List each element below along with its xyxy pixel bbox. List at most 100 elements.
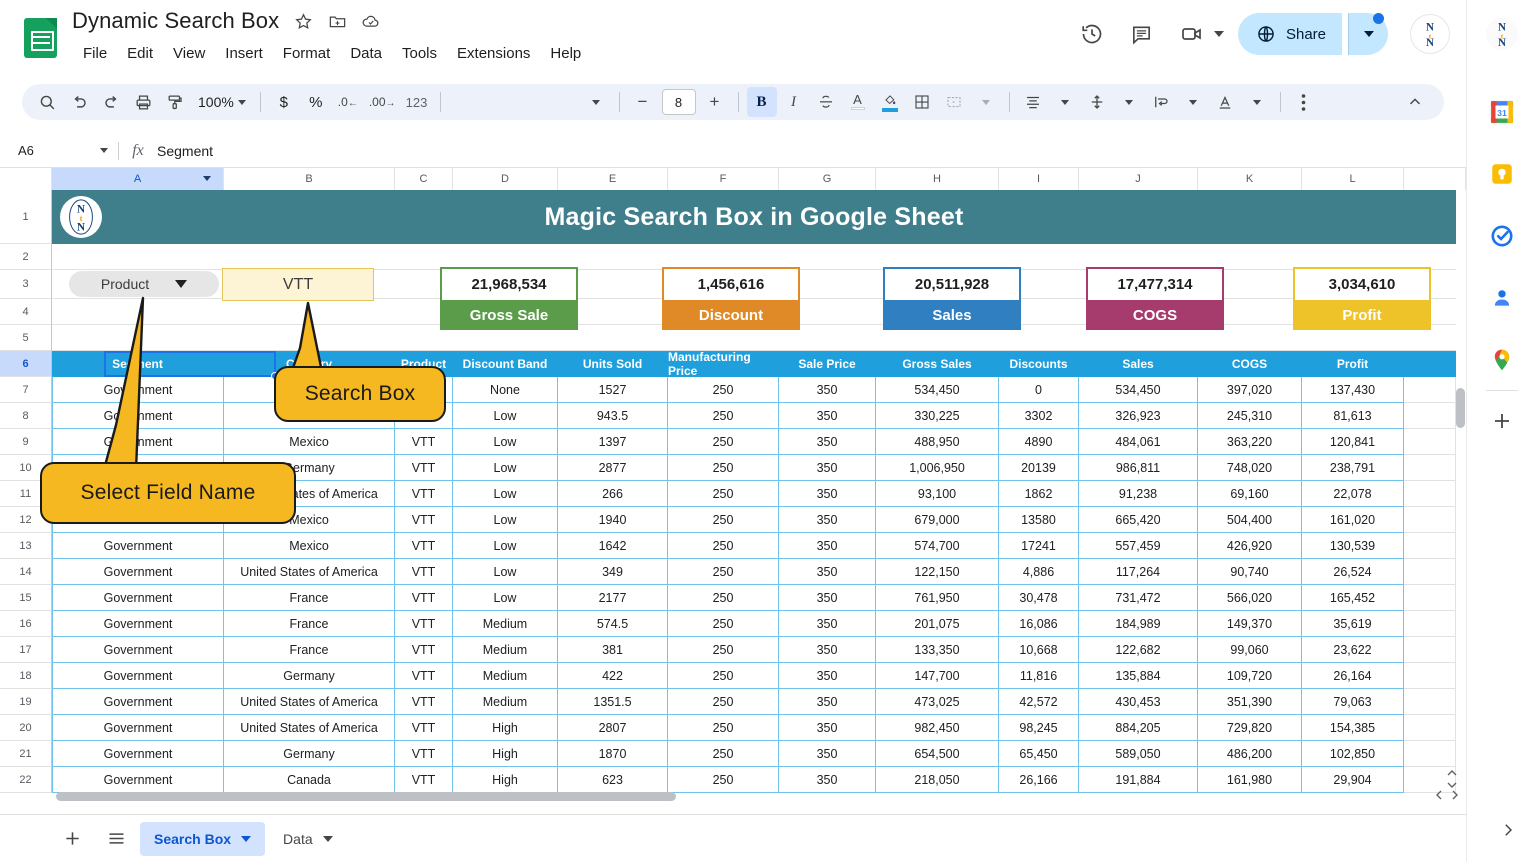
cell-manufacturing-price[interactable]: 250	[668, 689, 779, 715]
cell-discounts[interactable]: 16,086	[999, 611, 1079, 637]
row-header-5[interactable]: 5	[0, 325, 52, 351]
row-header-22[interactable]: 22	[0, 767, 52, 793]
meet-camera-icon[interactable]	[1170, 12, 1214, 56]
cell-sales[interactable]: 91,238	[1079, 481, 1198, 507]
cell-manufacturing-price[interactable]: 250	[668, 403, 779, 429]
cell-discount-band[interactable]: None	[453, 377, 558, 403]
row-header-15[interactable]: 15	[0, 585, 52, 611]
column-header-f[interactable]: F	[668, 168, 779, 190]
cell-product[interactable]: VTT	[395, 637, 453, 663]
cell-profit[interactable]: 26,164	[1302, 663, 1404, 689]
cell-cogs[interactable]: 245,310	[1198, 403, 1302, 429]
cell-discount-band[interactable]: Low	[453, 585, 558, 611]
table-header-profit[interactable]: Profit	[1302, 351, 1404, 377]
cell-country[interactable]: United States of America	[224, 715, 395, 741]
cell-sales[interactable]: 326,923	[1079, 403, 1198, 429]
menu-help[interactable]: Help	[541, 42, 590, 65]
name-box[interactable]: A6	[0, 134, 118, 168]
star-icon[interactable]	[293, 11, 313, 31]
row-header-21[interactable]: 21	[0, 741, 52, 767]
cell-blank[interactable]	[1404, 507, 1456, 533]
cell-manufacturing-price[interactable]: 250	[668, 507, 779, 533]
horizontal-scroll-arrows[interactable]	[1434, 789, 1460, 801]
cell-blank[interactable]	[1404, 585, 1456, 611]
cell-profit[interactable]: 22,078	[1302, 481, 1404, 507]
cell-blank[interactable]	[1404, 689, 1456, 715]
row-header-18[interactable]: 18	[0, 663, 52, 689]
expand-panel-icon[interactable]	[1488, 810, 1528, 850]
formula-input[interactable]: Segment	[157, 143, 213, 159]
cell-discount-band[interactable]: High	[453, 741, 558, 767]
select-all-corner[interactable]	[0, 168, 52, 190]
cell-discounts[interactable]: 65,450	[999, 741, 1079, 767]
cell-cogs[interactable]: 566,020	[1198, 585, 1302, 611]
column-header-a[interactable]: A	[52, 168, 224, 190]
cell-manufacturing-price[interactable]: 250	[668, 377, 779, 403]
column-header-h[interactable]: H	[876, 168, 999, 190]
cell-units-sold[interactable]: 266	[558, 481, 668, 507]
cell-discount-band[interactable]: Low	[453, 533, 558, 559]
row-header-9[interactable]: 9	[0, 429, 52, 455]
cell-discounts[interactable]: 4890	[999, 429, 1079, 455]
avatar-side[interactable]: N t N	[1482, 14, 1522, 54]
redo-icon[interactable]	[96, 87, 126, 117]
cell-gross-sales[interactable]: 488,950	[876, 429, 999, 455]
strikethrough-button[interactable]	[811, 87, 841, 117]
cell-gross-sales[interactable]: 761,950	[876, 585, 999, 611]
cell-discounts[interactable]: 17241	[999, 533, 1079, 559]
collapse-toolbar-icon[interactable]	[1400, 87, 1430, 117]
cell-discount-band[interactable]: Low	[453, 559, 558, 585]
cell-cogs[interactable]: 363,220	[1198, 429, 1302, 455]
cell-units-sold[interactable]: 623	[558, 767, 668, 793]
cell-discount-band[interactable]: Medium	[453, 689, 558, 715]
merge-cells-icon[interactable]	[939, 87, 969, 117]
cell-sale-price[interactable]: 350	[779, 559, 876, 585]
cell-segment[interactable]: Government	[52, 767, 224, 793]
table-header-sale-price[interactable]: Sale Price	[779, 351, 876, 377]
decrease-font-size-button[interactable]: −	[628, 87, 658, 117]
cell-discount-band[interactable]: High	[453, 767, 558, 793]
table-header-units-sold[interactable]: Units Sold	[558, 351, 668, 377]
cell-gross-sales[interactable]: 534,450	[876, 377, 999, 403]
cell-units-sold[interactable]: 2877	[558, 455, 668, 481]
cloud-saved-icon[interactable]	[361, 11, 381, 31]
cell-blank[interactable]	[1404, 377, 1456, 403]
cell-product[interactable]: VTT	[395, 455, 453, 481]
chevron-down-icon[interactable]	[322, 835, 333, 842]
cell-units-sold[interactable]: 349	[558, 559, 668, 585]
fill-color-icon[interactable]	[875, 87, 905, 117]
cell-profit[interactable]: 23,622	[1302, 637, 1404, 663]
cell-sale-price[interactable]: 350	[779, 689, 876, 715]
cell-segment[interactable]: Government	[52, 585, 224, 611]
cell-discounts[interactable]: 13580	[999, 507, 1079, 533]
cell-cogs[interactable]: 99,060	[1198, 637, 1302, 663]
cell-country[interactable]: France	[224, 611, 395, 637]
google-calendar-icon[interactable]: 31	[1482, 92, 1522, 132]
cell-units-sold[interactable]: 1351.5	[558, 689, 668, 715]
cell-profit[interactable]: 79,063	[1302, 689, 1404, 715]
column-header-i[interactable]: I	[999, 168, 1079, 190]
cell-profit[interactable]: 130,539	[1302, 533, 1404, 559]
column-header-g[interactable]: G	[779, 168, 876, 190]
table-header-gross-sales[interactable]: Gross Sales	[876, 351, 999, 377]
cell-gross-sales[interactable]: 330,225	[876, 403, 999, 429]
cell-blank[interactable]	[1404, 559, 1456, 585]
column-header-c[interactable]: C	[395, 168, 453, 190]
cell-segment[interactable]: Government	[52, 715, 224, 741]
cell-sales[interactable]: 731,472	[1079, 585, 1198, 611]
cell-segment[interactable]: Government	[52, 741, 224, 767]
row-header-3[interactable]: 3	[0, 270, 52, 299]
cell-sale-price[interactable]: 350	[779, 637, 876, 663]
all-sheets-icon[interactable]	[96, 819, 136, 859]
column-header-l[interactable]: L	[1302, 168, 1404, 190]
paint-format-icon[interactable]	[160, 87, 190, 117]
cell-sales[interactable]: 557,459	[1079, 533, 1198, 559]
cell-segment[interactable]: Government	[52, 637, 224, 663]
cell-gross-sales[interactable]: 679,000	[876, 507, 999, 533]
cell-manufacturing-price[interactable]: 250	[668, 741, 779, 767]
sheet-tab-search-box[interactable]: Search Box	[140, 821, 266, 856]
add-addon-icon[interactable]	[1482, 401, 1522, 441]
cell-units-sold[interactable]: 943.5	[558, 403, 668, 429]
column-header-d[interactable]: D	[453, 168, 558, 190]
row-header-6[interactable]: 6	[0, 351, 52, 377]
